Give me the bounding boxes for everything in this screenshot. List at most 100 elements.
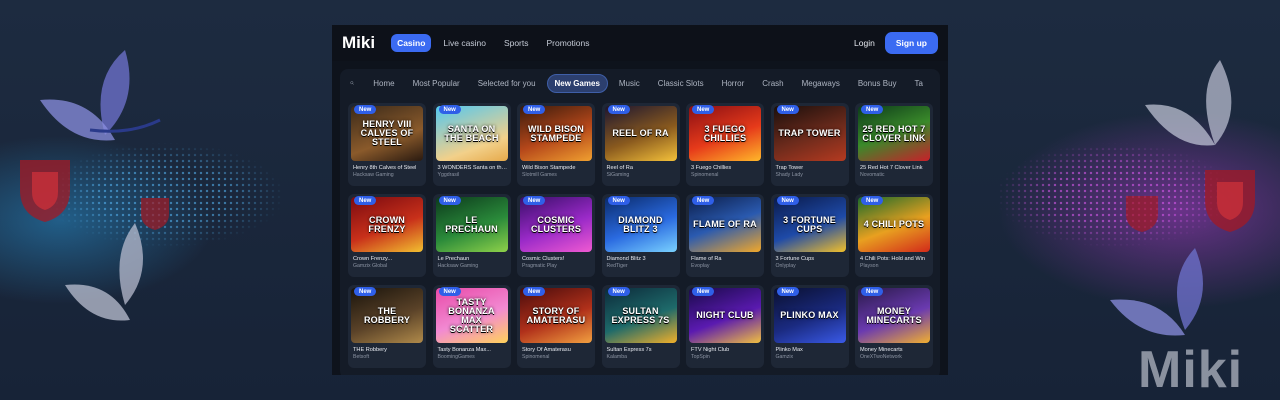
game-thumbnail[interactable]: 3 FORTUNE CUPS: [773, 197, 846, 252]
game-card[interactable]: New 3 FUEGO CHILLIES 3 Fuego Chillies Spino…: [686, 103, 764, 186]
game-card[interactable]: New PLINKO MAX Plinko Max Gamzix: [770, 285, 849, 368]
game-card[interactable]: New CROWN FRENZY Crown Frenzy... Gamzix Glo…: [348, 194, 426, 277]
game-provider: RedTiger: [606, 263, 628, 269]
game-name[interactable]: Money Minecarts: [858, 347, 930, 353]
nav-tab-live-casino[interactable]: Live casino: [437, 34, 492, 52]
game-card[interactable]: New FLAME OF RA Flame of Ra Evoplay: [686, 194, 764, 277]
game-thumbnail[interactable]: NIGHT CLUB: [689, 288, 761, 343]
game-name[interactable]: 3 Fuego Chillies: [689, 165, 761, 171]
game-card[interactable]: New COSMIC CLUSTERS Cosmic Clusters! Pragma…: [517, 194, 595, 277]
game-card[interactable]: New SANTA ON THE BEACH 3 WONDERS Santa on …: [432, 103, 511, 186]
nav-tab-casino[interactable]: Casino: [391, 34, 432, 52]
game-card[interactable]: New TASTY BONANZA MAX SCATTER Tasty Bonanz…: [432, 285, 511, 368]
category-megaways[interactable]: Megaways: [795, 75, 847, 92]
signup-button[interactable]: Sign up: [884, 32, 938, 54]
category-classic-slots[interactable]: Classic Slots: [651, 75, 711, 92]
game-thumbnail[interactable]: COSMIC CLUSTERS: [520, 197, 592, 252]
game-name[interactable]: Sultan Express 7s: [605, 347, 677, 353]
nav-tab-promotions[interactable]: Promotions: [541, 34, 596, 52]
game-card[interactable]: New 4 CHILI POTS 4 Chili Pots: Hold and Wi…: [855, 194, 933, 277]
game-thumbnail[interactable]: REEL OF RA: [604, 106, 677, 161]
category-bonus-buy[interactable]: Bonus Buy: [851, 75, 904, 92]
game-name[interactable]: Henry 8th Calves of Steel: [351, 165, 423, 171]
game-card[interactable]: New STORY OF AMATERASU Story Of Amaterasu S…: [517, 285, 595, 368]
logo[interactable]: Miki: [342, 33, 375, 53]
game-card[interactable]: New 3 FORTUNE CUPS 3 Fortune Cups Onlyplay: [770, 194, 849, 277]
game-art-title: MONEY MINECARTS: [866, 305, 922, 325]
category-selected-for-you[interactable]: Selected for you: [471, 75, 543, 92]
game-card[interactable]: New REEL OF RA Reel of Ra SiGaming: [601, 103, 680, 186]
game-thumbnail[interactable]: TRAP TOWER: [773, 106, 846, 161]
game-thumbnail[interactable]: 4 CHILI POTS: [858, 197, 930, 252]
game-card[interactable]: New THE ROBBERY THE Robbery Betsoft: [348, 285, 426, 368]
game-thumbnail[interactable]: TASTY BONANZA MAX SCATTER: [435, 288, 508, 343]
game-provider: Slotmill Games: [522, 172, 557, 178]
game-name[interactable]: Diamond Blitz 3: [605, 256, 677, 262]
game-name[interactable]: Crown Frenzy...: [351, 256, 423, 262]
game-name[interactable]: 25 Red Hot 7 Clover Link: [858, 165, 930, 171]
new-badge: New: [776, 105, 799, 114]
game-name[interactable]: Reel of Ra: [605, 165, 677, 171]
game-thumbnail[interactable]: CROWN FRENZY: [351, 197, 423, 252]
game-name[interactable]: Tasty Bonanza Max...: [436, 347, 508, 353]
category-music[interactable]: Music: [612, 75, 647, 92]
game-name[interactable]: Trap Tower: [774, 165, 846, 171]
game-name[interactable]: 4 Chili Pots: Hold and Win: [858, 256, 930, 262]
game-name[interactable]: Flame of Ra: [689, 256, 761, 262]
game-card[interactable]: New TRAP TOWER Trap Tower Shady Lady: [770, 103, 849, 186]
game-provider: Pragmatic Play: [522, 263, 557, 269]
game-thumbnail[interactable]: WILD BISON STAMPEDE: [520, 106, 592, 161]
game-name[interactable]: Cosmic Clusters!: [520, 256, 592, 262]
category-crash[interactable]: Crash: [755, 75, 790, 92]
nav-tab-sports[interactable]: Sports: [498, 34, 535, 52]
game-thumbnail[interactable]: FLAME OF RA: [689, 197, 761, 252]
game-thumbnail[interactable]: STORY OF AMATERASU: [520, 288, 592, 343]
game-art-title: FLAME OF RA: [693, 219, 757, 229]
game-thumbnail[interactable]: LE PRECHAUN: [435, 197, 508, 252]
game-thumbnail[interactable]: 3 FUEGO CHILLIES: [689, 106, 761, 161]
game-name[interactable]: Story Of Amaterasu: [520, 347, 592, 353]
game-art-title: CROWN FRENZY: [368, 214, 406, 234]
game-thumbnail[interactable]: SULTAN EXPRESS 7s: [604, 288, 677, 343]
game-name[interactable]: Wild Bison Stampede: [520, 165, 592, 171]
game-card[interactable]: New HENRY VIII CALVES OF STEEL Henry 8th C…: [348, 103, 426, 186]
game-art-title: STORY OF AMATERASU: [526, 305, 586, 325]
game-name[interactable]: Le Prechaun: [436, 256, 508, 262]
category-horror[interactable]: Horror: [715, 75, 752, 92]
game-name[interactable]: FTV Night Club: [689, 347, 761, 353]
game-card[interactable]: New NIGHT CLUB FTV Night Club TopSpin: [686, 285, 764, 368]
game-thumbnail[interactable]: 25 RED HOT 7 CLOVER LINK: [858, 106, 930, 161]
game-thumbnail[interactable]: PLINKO MAX: [773, 288, 846, 343]
game-provider: Hacksaw Gaming: [353, 172, 394, 178]
game-thumbnail[interactable]: SANTA ON THE BEACH: [435, 106, 508, 161]
game-name[interactable]: THE Robbery: [351, 347, 423, 353]
game-thumbnail[interactable]: HENRY VIII CALVES OF STEEL: [351, 106, 423, 161]
game-card[interactable]: New 25 RED HOT 7 CLOVER LINK 25 Red Hot 7 …: [855, 103, 933, 186]
category-most-popular[interactable]: Most Popular: [406, 75, 467, 92]
new-badge: New: [861, 105, 884, 114]
game-thumbnail[interactable]: MONEY MINECARTS: [858, 288, 930, 343]
game-art-title: DIAMOND BLITZ 3: [618, 214, 663, 234]
search-icon[interactable]: [350, 76, 354, 90]
category-new-games[interactable]: New Games: [546, 73, 608, 93]
game-name[interactable]: Plinko Max: [774, 347, 846, 353]
game-thumbnail[interactable]: THE ROBBERY: [351, 288, 423, 343]
game-art-title: 4 CHILI POTS: [863, 219, 925, 229]
category-home[interactable]: Home: [366, 75, 401, 92]
game-name[interactable]: 3 Fortune Cups: [774, 256, 846, 262]
game-provider: Novomatic: [860, 172, 885, 178]
game-card[interactable]: New MONEY MINECARTS Money Minecarts OneXTwo…: [855, 285, 933, 368]
game-card[interactable]: New SULTAN EXPRESS 7s Sultan Express 7s Kal…: [601, 285, 680, 368]
game-provider: Gamzix Global: [353, 263, 388, 269]
game-thumbnail[interactable]: DIAMOND BLITZ 3: [604, 197, 677, 252]
game-card[interactable]: New LE PRECHAUN Le Prechaun Hacksaw Gaming: [432, 194, 511, 277]
shield-decoration-right-icon: [1205, 170, 1255, 232]
game-provider: Playson: [860, 263, 879, 269]
new-badge: New: [692, 196, 715, 205]
game-name[interactable]: 3 WONDERS Santa on the...: [436, 165, 508, 171]
new-badge: New: [607, 105, 630, 114]
game-card[interactable]: New WILD BISON STAMPEDE Wild Bison Stamped…: [517, 103, 595, 186]
game-card[interactable]: New DIAMOND BLITZ 3 Diamond Blitz 3 RedTige…: [601, 194, 680, 277]
category-truncated[interactable]: Ta: [908, 75, 930, 92]
login-button[interactable]: Login: [854, 38, 875, 48]
